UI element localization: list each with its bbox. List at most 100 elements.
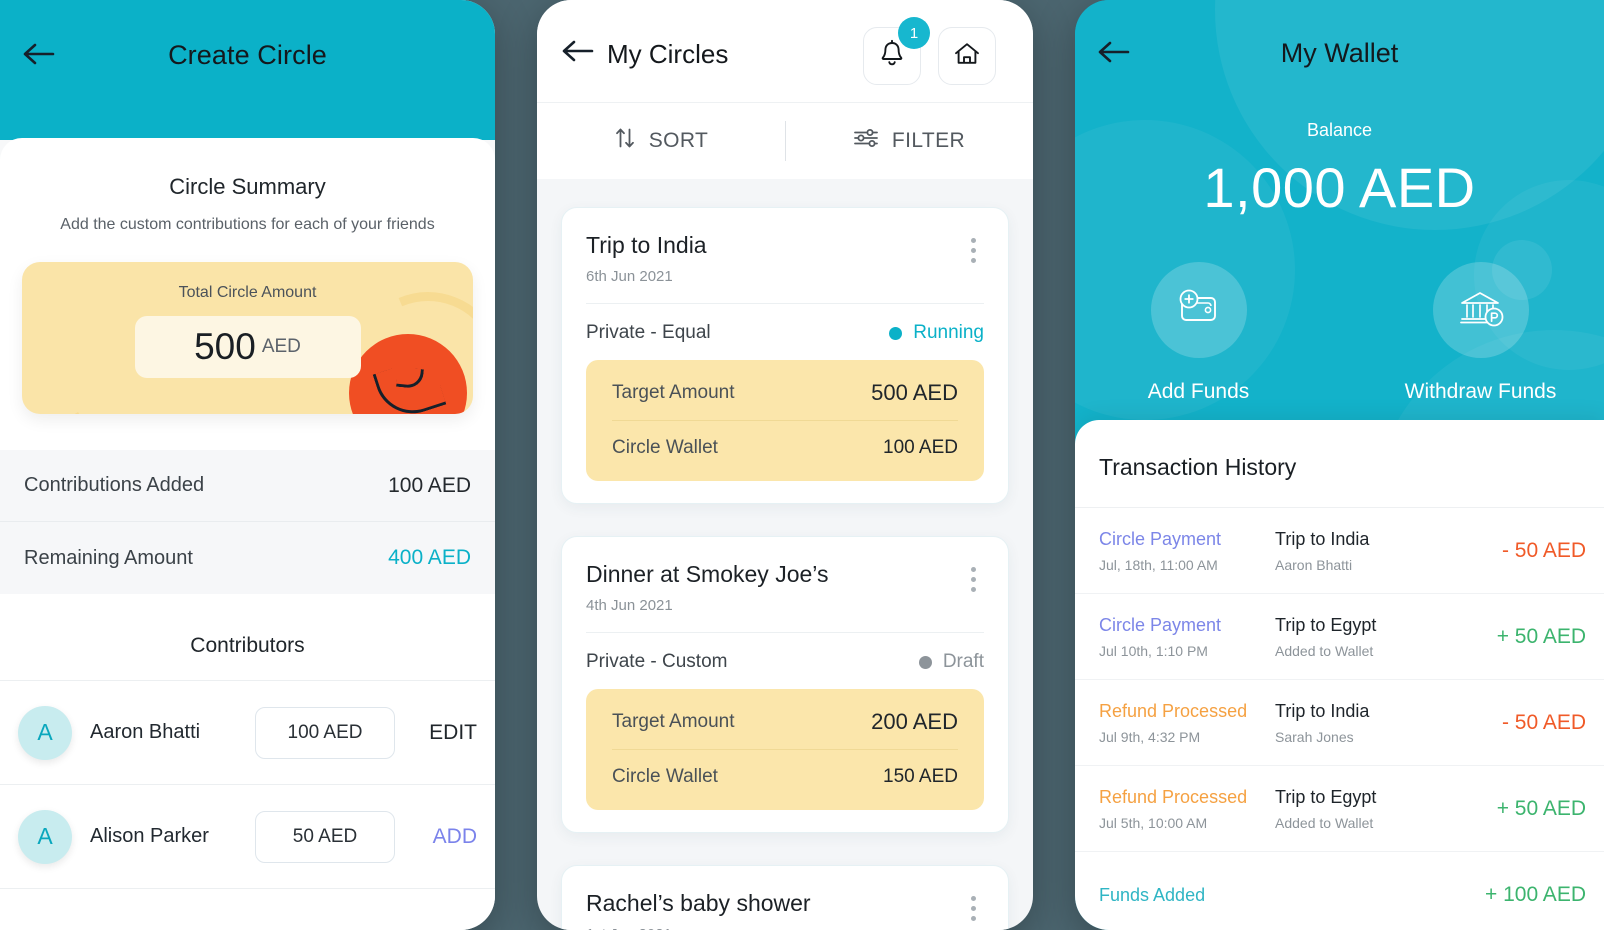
transaction-amount: + 100 AED — [1485, 883, 1586, 906]
contributor-amount-input[interactable]: 50 AED — [255, 810, 395, 863]
total-circle-amount-card: Total Circle Amount 500 AED — [22, 262, 473, 414]
wallet-plus-icon — [1173, 287, 1225, 334]
back-arrow-icon[interactable] — [1097, 38, 1131, 66]
contributions-added-label: Contributions Added — [24, 474, 205, 496]
circle-wallet-value: 150 AED — [883, 766, 958, 787]
balance-value: 1,000 AED — [1203, 156, 1476, 219]
transaction-circle: Trip to India — [1275, 528, 1370, 549]
transaction-kind: Circle Payment — [1099, 614, 1222, 635]
target-amount-label: Target Amount — [612, 382, 735, 403]
transaction-history-sheet: Transaction History Circle Payment Jul, … — [1075, 420, 1604, 930]
contributor-add-button[interactable]: ADD — [413, 825, 477, 849]
circle-type: Private - Equal — [586, 322, 711, 343]
circle-card[interactable]: Dinner at Smokey Joe’s 4th Jun 2021 Priv… — [561, 536, 1009, 833]
circle-date: 4th Jun 2021 — [586, 597, 673, 614]
circle-date: 1st Jun 2021 — [586, 926, 811, 930]
page-title: My Wallet — [1280, 38, 1399, 68]
total-amount-value: 500 — [194, 326, 256, 367]
circle-amounts: Target Amount 200 AED Circle Wallet 150 … — [586, 689, 984, 810]
status-badge: Running — [889, 322, 984, 344]
my-wallet-screen: My Wallet Balance 1,000 AED Add Funds Wi… — [1075, 0, 1604, 930]
wallet-actions: Add Funds Withdraw Funds — [1075, 262, 1604, 404]
transaction-time: Jul 10th, 1:10 PM — [1099, 642, 1208, 659]
transaction-circle: Trip to Egypt — [1275, 786, 1377, 807]
home-button[interactable] — [938, 27, 996, 85]
page-title: My Circles — [607, 39, 729, 69]
status-dot-icon — [889, 326, 903, 340]
transaction-amount: - 50 AED — [1501, 710, 1586, 734]
my-circles-screen: My Circles 1 SORT FILTER Trip to India 6… — [537, 0, 1033, 930]
summary-title: Circle Summary — [169, 174, 326, 199]
my-circles-header: My Circles 1 — [537, 0, 1033, 103]
screenshot-stage: Create Circle Circle Summary Add the cus… — [0, 0, 1604, 930]
circle-date: 6th Jun 2021 — [586, 268, 673, 285]
remaining-amount-row: Remaining Amount 400 AED — [0, 522, 495, 594]
create-circle-screen: Create Circle Circle Summary Add the cus… — [0, 0, 495, 930]
notification-badge: 1 — [898, 17, 930, 49]
transaction-amount: + 50 AED — [1496, 624, 1586, 648]
transaction-kind: Circle Payment — [1099, 528, 1222, 549]
wallet-hero: My Wallet Balance 1,000 AED Add Funds Wi… — [1075, 0, 1604, 440]
transaction-row[interactable]: Circle Payment Jul 10th, 1:10 PM Trip to… — [1075, 594, 1604, 680]
remaining-amount-value: 400 AED — [388, 546, 471, 569]
balance-label: Balance — [1306, 120, 1373, 140]
transaction-kind: Refund Processed — [1099, 786, 1248, 807]
transaction-time: Jul 5th, 10:00 AM — [1099, 814, 1208, 831]
contributors-title: Contributors — [0, 594, 495, 681]
circle-card[interactable]: Trip to India 6th Jun 2021 Private - Equ… — [561, 207, 1009, 504]
add-funds-button[interactable]: Add Funds — [1104, 262, 1294, 404]
summary-subtitle: Add the custom contributions for each of… — [60, 216, 435, 233]
bank-withdraw-icon — [1455, 286, 1507, 335]
transaction-row[interactable]: Circle Payment Jul, 18th, 11:00 AM Trip … — [1075, 508, 1604, 594]
transaction-row[interactable]: Funds Added + 100 AED — [1075, 852, 1604, 930]
divider — [785, 121, 786, 161]
create-circle-sheet: Circle Summary Add the custom contributi… — [0, 138, 495, 930]
sort-button[interactable]: SORT — [537, 126, 785, 156]
remaining-amount-label: Remaining Amount — [24, 546, 193, 569]
back-arrow-icon[interactable] — [561, 37, 595, 65]
transaction-row[interactable]: Refund Processed Jul 9th, 4:32 PM Trip t… — [1075, 680, 1604, 766]
target-amount-value: 200 AED — [871, 709, 958, 734]
transaction-kind: Refund Processed — [1099, 700, 1248, 721]
circle-name: Dinner at Smokey Joe’s — [586, 561, 829, 587]
circle-card[interactable]: Rachel’s baby shower 1st Jun 2021 — [561, 865, 1009, 930]
kebab-menu-icon[interactable] — [963, 561, 984, 598]
circle-type: Private - Custom — [586, 651, 728, 672]
circle-wallet-label: Circle Wallet — [612, 437, 718, 458]
circle-wallet-value: 100 AED — [883, 437, 958, 458]
status-label: Draft — [942, 651, 984, 672]
contributions-added-row: Contributions Added 100 AED — [0, 450, 495, 522]
transaction-circle: Trip to Egypt — [1275, 614, 1377, 635]
add-funds-label: Add Funds — [1147, 380, 1250, 403]
contributor-row[interactable]: A Alison Parker 50 AED ADD — [0, 785, 495, 889]
kebab-menu-icon[interactable] — [963, 232, 984, 269]
create-circle-header: Create Circle — [0, 0, 495, 140]
status-dot-icon — [918, 655, 932, 669]
circle-name: Trip to India — [586, 232, 707, 258]
total-amount-label: Total Circle Amount — [178, 284, 317, 301]
transaction-person: Added to Wallet — [1275, 814, 1374, 831]
contributor-name: Alison Parker — [90, 825, 209, 847]
contributor-row[interactable]: A Aaron Bhatti 100 AED EDIT — [0, 681, 495, 785]
filter-button[interactable]: FILTER — [785, 127, 1033, 155]
contributions-added-value: 100 AED — [388, 473, 471, 497]
withdraw-funds-label: Withdraw Funds — [1404, 380, 1557, 403]
avatar: A — [18, 809, 72, 864]
withdraw-funds-button[interactable]: Withdraw Funds — [1386, 262, 1576, 404]
status-label: Running — [913, 322, 984, 343]
contributor-name: Aaron Bhatti — [90, 721, 201, 743]
circle-card-list: Trip to India 6th Jun 2021 Private - Equ… — [537, 179, 1033, 930]
circle-amounts: Target Amount 500 AED Circle Wallet 100 … — [586, 360, 984, 481]
kebab-menu-icon[interactable] — [963, 890, 984, 927]
filter-icon — [853, 127, 879, 155]
notifications-button[interactable]: 1 — [863, 17, 930, 85]
transaction-person: Aaron Bhatti — [1275, 556, 1353, 573]
transaction-person: Added to Wallet — [1275, 642, 1374, 659]
transaction-amount: - 50 AED — [1501, 538, 1586, 562]
contributor-edit-button[interactable]: EDIT — [413, 721, 477, 745]
sort-label: SORT — [648, 129, 709, 152]
contributor-amount-input[interactable]: 100 AED — [255, 706, 395, 759]
transaction-row[interactable]: Refund Processed Jul 5th, 10:00 AM Trip … — [1075, 766, 1604, 852]
target-amount-label: Target Amount — [612, 711, 735, 732]
total-amount-value-box[interactable]: 500 AED — [134, 316, 361, 378]
